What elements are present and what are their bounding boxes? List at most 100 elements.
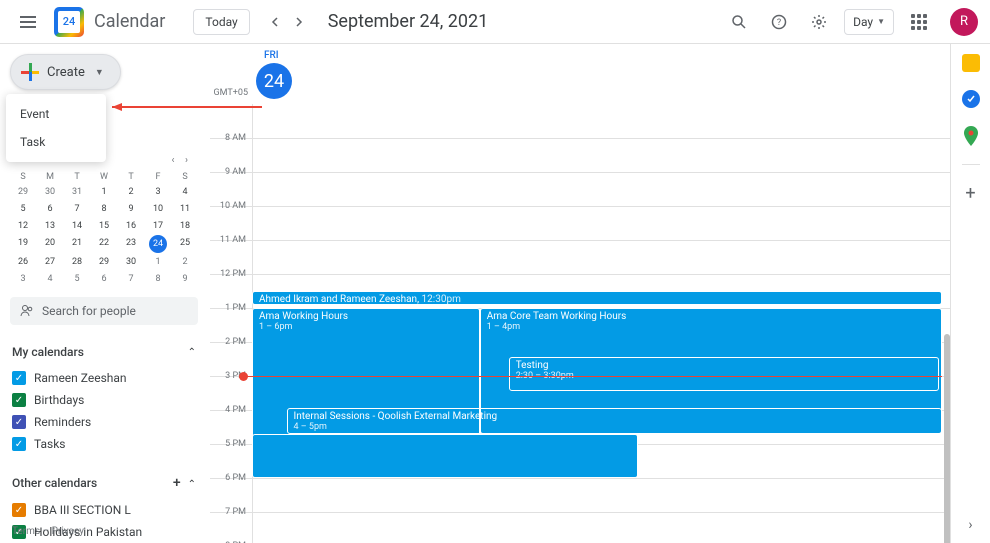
calendar-item[interactable]: ✓Reminders [10, 411, 198, 433]
mini-cal-day[interactable]: 16 [118, 218, 144, 234]
privacy-link[interactable]: Privacy [52, 526, 84, 537]
mini-cal-day[interactable]: 1 [91, 184, 117, 200]
mini-cal-day[interactable]: 12 [10, 218, 36, 234]
add-calendar-icon[interactable]: + [169, 475, 185, 491]
tasks-icon[interactable] [962, 90, 980, 108]
mini-cal-day[interactable]: 21 [64, 235, 90, 253]
time-row[interactable]: 10 AM [210, 206, 950, 240]
create-event-item[interactable]: Event [6, 100, 106, 128]
mini-cal-day[interactable]: 30 [118, 254, 144, 270]
google-apps-icon[interactable] [904, 7, 934, 37]
mini-cal-day[interactable]: 5 [64, 271, 90, 287]
time-cell[interactable] [252, 241, 950, 274]
mini-cal-next[interactable]: › [181, 155, 192, 166]
maps-icon[interactable] [963, 126, 979, 146]
time-row[interactable]: 11 AM [210, 240, 950, 274]
keep-icon[interactable] [962, 54, 980, 72]
mini-cal-day[interactable]: 14 [64, 218, 90, 234]
help-icon[interactable]: ? [764, 7, 794, 37]
mini-cal-day[interactable]: 25 [172, 235, 198, 253]
time-row[interactable]: 6 PM [210, 478, 950, 512]
mini-cal-day[interactable]: 27 [37, 254, 63, 270]
time-cell[interactable] [252, 207, 950, 240]
mini-cal-day[interactable]: 28 [64, 254, 90, 270]
mini-cal-day[interactable]: 4 [172, 184, 198, 200]
time-row[interactable]: 7 PM [210, 512, 950, 543]
mini-cal-day[interactable]: 31 [64, 184, 90, 200]
time-row[interactable]: 9 AM [210, 172, 950, 206]
event-item[interactable]: Testing 2:30 – 3:30pm [509, 357, 939, 391]
calendar-checkbox[interactable]: ✓ [12, 437, 26, 451]
calendar-item[interactable]: ✓BBA III SECTION L [10, 499, 198, 521]
mini-cal-day[interactable]: 10 [145, 201, 171, 217]
calendar-item[interactable]: ✓Rameen Zeeshan [10, 367, 198, 389]
mini-cal-day[interactable]: 19 [10, 235, 36, 253]
calendar-checkbox[interactable]: ✓ [12, 371, 26, 385]
mini-cal-day[interactable]: 9 [172, 271, 198, 287]
today-button[interactable]: Today [193, 9, 249, 35]
scrollbar[interactable] [944, 334, 950, 543]
event-item[interactable]: Ahmed Ikram and Rameen Zeeshan, 12:30pm [252, 291, 942, 305]
mini-cal-day[interactable]: 8 [91, 201, 117, 217]
time-row[interactable]: 8 AM [210, 138, 950, 172]
create-task-item[interactable]: Task [6, 128, 106, 156]
time-cell[interactable] [252, 479, 950, 512]
mini-cal-day[interactable]: 5 [10, 201, 36, 217]
mini-cal-day[interactable]: 3 [10, 271, 36, 287]
terms-link[interactable]: Terms [12, 526, 40, 537]
mini-cal-day[interactable]: 23 [118, 235, 144, 253]
mini-cal-day[interactable]: 6 [37, 201, 63, 217]
mini-cal-day[interactable]: 22 [91, 235, 117, 253]
search-icon[interactable] [724, 7, 754, 37]
search-people-input[interactable]: Search for people [10, 297, 198, 325]
mini-cal-day[interactable]: 20 [37, 235, 63, 253]
mini-cal-day[interactable]: 18 [172, 218, 198, 234]
time-row[interactable] [210, 104, 950, 138]
day-number[interactable]: 24 [256, 63, 292, 99]
main-menu-icon[interactable] [12, 6, 44, 38]
mini-cal-day[interactable]: 29 [10, 184, 36, 200]
mini-cal-day[interactable]: 26 [10, 254, 36, 270]
mini-cal-day[interactable]: 24 [145, 235, 171, 253]
prev-day-button[interactable] [264, 11, 286, 33]
mini-cal-day[interactable]: 7 [118, 271, 144, 287]
time-cell[interactable] [252, 104, 950, 138]
account-avatar[interactable]: R [950, 8, 978, 36]
mini-cal-day[interactable]: 11 [172, 201, 198, 217]
mini-cal-day[interactable]: 17 [145, 218, 171, 234]
add-addon-icon[interactable]: + [965, 183, 975, 204]
time-cell[interactable] [252, 513, 950, 543]
calendar-item[interactable]: ✓Birthdays [10, 389, 198, 411]
settings-icon[interactable] [804, 7, 834, 37]
create-dropdown: Event Task [6, 94, 106, 162]
mini-cal-day[interactable]: 1 [145, 254, 171, 270]
event-block[interactable] [252, 434, 638, 478]
mini-cal-day[interactable]: 15 [91, 218, 117, 234]
mini-cal-day[interactable]: 4 [37, 271, 63, 287]
mini-cal-day[interactable]: 2 [118, 184, 144, 200]
collapse-icon[interactable]: ⌃ [188, 479, 196, 490]
mini-cal-day[interactable]: 9 [118, 201, 144, 217]
calendar-logo[interactable]: 24 [54, 7, 84, 37]
mini-cal-day[interactable]: 7 [64, 201, 90, 217]
collapse-icon[interactable]: ⌃ [188, 347, 196, 358]
calendar-checkbox[interactable]: ✓ [12, 415, 26, 429]
mini-cal-day[interactable]: 6 [91, 271, 117, 287]
mini-cal-prev[interactable]: ‹ [167, 155, 178, 166]
mini-cal-day[interactable]: 3 [145, 184, 171, 200]
calendar-checkbox[interactable]: ✓ [12, 503, 26, 517]
time-cell[interactable] [252, 173, 950, 206]
event-item[interactable]: Internal Sessions - Qoolish External Mar… [287, 408, 943, 434]
mini-cal-day[interactable]: 13 [37, 218, 63, 234]
calendar-checkbox[interactable]: ✓ [12, 393, 26, 407]
time-cell[interactable] [252, 139, 950, 172]
calendar-item[interactable]: ✓Tasks [10, 433, 198, 455]
view-selector[interactable]: Day ▼ [844, 9, 894, 35]
mini-cal-day[interactable]: 2 [172, 254, 198, 270]
mini-cal-day[interactable]: 29 [91, 254, 117, 270]
next-day-button[interactable] [288, 11, 310, 33]
mini-cal-day[interactable]: 8 [145, 271, 171, 287]
mini-cal-day[interactable]: 30 [37, 184, 63, 200]
expand-panel-icon[interactable]: › [968, 517, 972, 533]
create-button[interactable]: Create ▼ [10, 54, 121, 90]
